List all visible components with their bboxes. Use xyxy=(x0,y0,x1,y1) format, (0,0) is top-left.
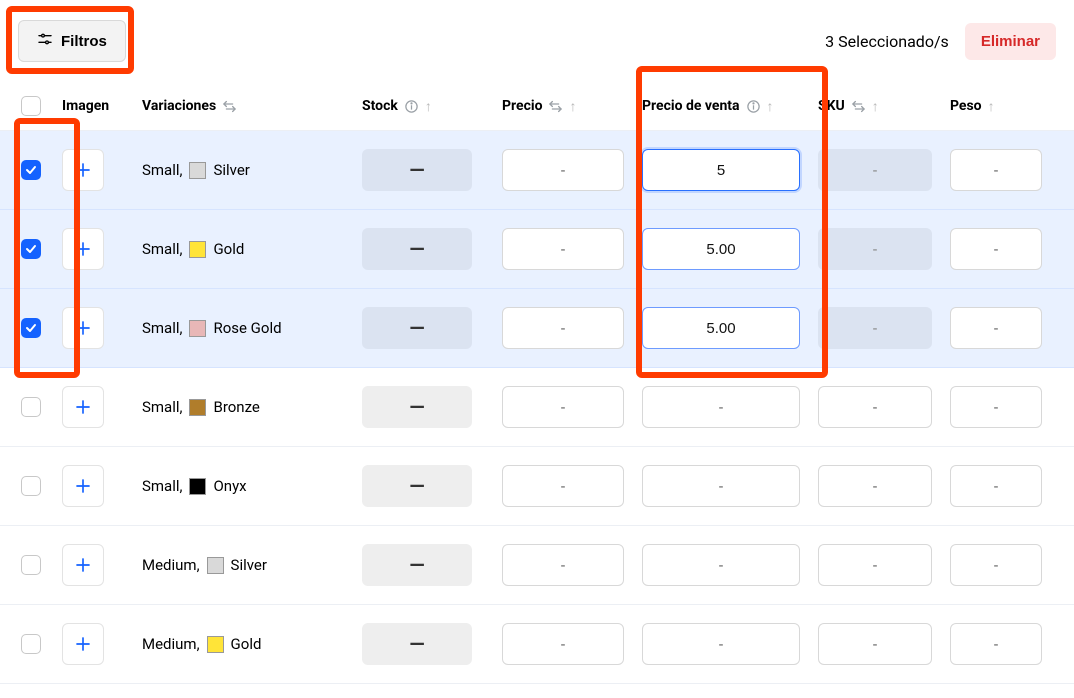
precio-input[interactable] xyxy=(502,228,624,270)
stock-display[interactable]: — xyxy=(362,149,472,191)
precio-venta-input[interactable] xyxy=(642,544,800,586)
sku-input[interactable] xyxy=(818,149,932,191)
col-precio[interactable]: Precio ↑ xyxy=(502,98,642,115)
sku-input[interactable] xyxy=(818,623,932,665)
peso-input[interactable] xyxy=(950,228,1042,270)
precio-venta-input[interactable] xyxy=(642,228,800,270)
col-stock[interactable]: Stock ↑ xyxy=(362,98,502,115)
variation-label: Small,Silver xyxy=(142,161,362,179)
sku-input[interactable] xyxy=(818,544,932,586)
color-swatch xyxy=(207,636,224,653)
add-image-button[interactable] xyxy=(62,307,104,349)
swap-icon xyxy=(222,99,237,114)
peso-input[interactable] xyxy=(950,149,1042,191)
select-all-checkbox[interactable] xyxy=(21,96,41,116)
stock-display[interactable]: — xyxy=(362,623,472,665)
peso-input[interactable] xyxy=(950,623,1042,665)
add-image-button[interactable] xyxy=(62,465,104,507)
sku-input[interactable] xyxy=(818,465,932,507)
sliders-icon xyxy=(37,31,53,51)
col-variaciones[interactable]: Variaciones xyxy=(142,98,362,114)
variation-label: Medium,Gold xyxy=(142,635,362,653)
precio-input[interactable] xyxy=(502,307,624,349)
peso-input[interactable] xyxy=(950,544,1042,586)
color-swatch xyxy=(207,557,224,574)
color-swatch xyxy=(189,399,206,416)
row-checkbox[interactable] xyxy=(21,160,41,180)
table-row: Medium,Gold— xyxy=(0,605,1074,684)
col-sku[interactable]: SKU ↑ xyxy=(818,98,950,115)
col-precio-venta[interactable]: Precio de venta ↑ xyxy=(642,98,818,115)
sku-input[interactable] xyxy=(818,386,932,428)
table-header: Imagen Variaciones Stock ↑ Precio ↑ Prec… xyxy=(0,82,1074,131)
variation-label: Small,Rose Gold xyxy=(142,319,362,337)
toolbar: Filtros 3 Seleccionado/s Eliminar xyxy=(0,0,1074,82)
info-icon xyxy=(404,99,419,114)
sort-icon: ↑ xyxy=(569,98,576,115)
info-icon xyxy=(746,99,761,114)
stock-display[interactable]: — xyxy=(362,544,472,586)
table-row: Small,Gold— xyxy=(0,210,1074,289)
row-checkbox[interactable] xyxy=(21,318,41,338)
precio-venta-input[interactable] xyxy=(642,307,800,349)
peso-input[interactable] xyxy=(950,307,1042,349)
add-image-button[interactable] xyxy=(62,149,104,191)
stock-display[interactable]: — xyxy=(362,228,472,270)
color-swatch xyxy=(189,320,206,337)
row-checkbox[interactable] xyxy=(21,476,41,496)
table-row: Small,Bronze— xyxy=(0,368,1074,447)
variation-label: Small,Bronze xyxy=(142,398,362,416)
stock-display[interactable]: — xyxy=(362,386,472,428)
stock-display[interactable]: — xyxy=(362,465,472,507)
precio-venta-input[interactable] xyxy=(642,149,800,191)
swap-icon xyxy=(851,99,866,114)
sku-input[interactable] xyxy=(818,307,932,349)
sort-icon: ↑ xyxy=(988,98,995,115)
add-image-button[interactable] xyxy=(62,544,104,586)
stock-display[interactable]: — xyxy=(362,307,472,349)
precio-venta-input[interactable] xyxy=(642,386,800,428)
color-swatch xyxy=(189,241,206,258)
add-image-button[interactable] xyxy=(62,386,104,428)
col-imagen: Imagen xyxy=(62,98,142,114)
add-image-button[interactable] xyxy=(62,623,104,665)
color-swatch xyxy=(189,478,206,495)
filters-label: Filtros xyxy=(61,33,107,50)
precio-input[interactable] xyxy=(502,544,624,586)
sort-icon: ↑ xyxy=(425,98,432,115)
table-row: Small,Rose Gold— xyxy=(0,289,1074,368)
swap-icon xyxy=(548,99,563,114)
sku-input[interactable] xyxy=(818,228,932,270)
precio-venta-input[interactable] xyxy=(642,623,800,665)
peso-input[interactable] xyxy=(950,465,1042,507)
delete-button[interactable]: Eliminar xyxy=(965,23,1056,60)
precio-venta-input[interactable] xyxy=(642,465,800,507)
row-checkbox[interactable] xyxy=(21,239,41,259)
precio-input[interactable] xyxy=(502,149,624,191)
filters-button[interactable]: Filtros xyxy=(18,20,126,62)
variation-label: Medium,Silver xyxy=(142,556,362,574)
peso-input[interactable] xyxy=(950,386,1042,428)
row-checkbox[interactable] xyxy=(21,397,41,417)
sort-icon: ↑ xyxy=(767,98,774,115)
row-checkbox[interactable] xyxy=(21,634,41,654)
sort-icon: ↑ xyxy=(872,98,879,115)
color-swatch xyxy=(189,162,206,179)
table-row: Medium,Silver— xyxy=(0,526,1074,605)
variations-table: Imagen Variaciones Stock ↑ Precio ↑ Prec… xyxy=(0,82,1074,684)
table-row: Small,Silver— xyxy=(0,131,1074,210)
variation-label: Small,Onyx xyxy=(142,477,362,495)
add-image-button[interactable] xyxy=(62,228,104,270)
row-checkbox[interactable] xyxy=(21,555,41,575)
precio-input[interactable] xyxy=(502,623,624,665)
variation-label: Small,Gold xyxy=(142,240,362,258)
selected-count: 3 Seleccionado/s xyxy=(825,32,949,51)
table-row: Small,Onyx— xyxy=(0,447,1074,526)
precio-input[interactable] xyxy=(502,465,624,507)
precio-input[interactable] xyxy=(502,386,624,428)
col-peso[interactable]: Peso ↑ xyxy=(950,98,1060,115)
